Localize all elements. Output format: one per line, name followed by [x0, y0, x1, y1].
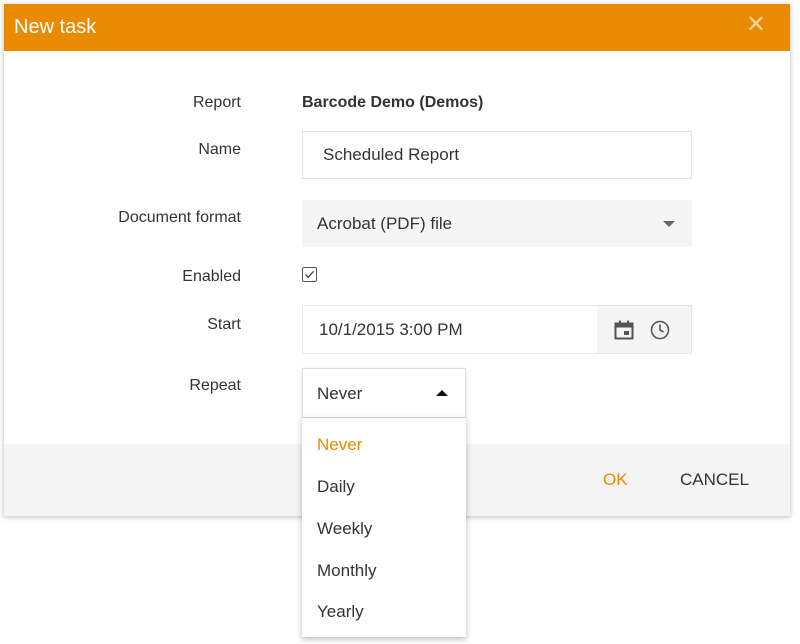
- repeat-option-monthly[interactable]: Monthly: [317, 561, 377, 581]
- calendar-icon[interactable]: [614, 320, 634, 340]
- repeat-select[interactable]: Never: [302, 368, 466, 418]
- start-label: Start: [207, 316, 241, 333]
- name-label: Name: [198, 141, 241, 158]
- document-format-select[interactable]: Acrobat (PDF) file: [302, 200, 692, 247]
- checkmark-icon: [305, 270, 314, 279]
- document-format-value: Acrobat (PDF) file: [317, 214, 453, 233]
- repeat-value: Never: [317, 384, 363, 403]
- repeat-option-weekly[interactable]: Weekly: [317, 519, 372, 539]
- dialog-titlebar: New task ✕: [4, 4, 790, 51]
- chevron-down-icon: [663, 221, 675, 227]
- enabled-checkbox[interactable]: [302, 267, 317, 282]
- cancel-button[interactable]: CANCEL: [680, 470, 749, 490]
- start-datetime-value: 10/1/2015 3:00 PM: [319, 320, 463, 339]
- repeat-option-yearly[interactable]: Yearly: [317, 602, 364, 622]
- enabled-label: Enabled: [182, 268, 241, 285]
- name-input[interactable]: [302, 131, 692, 179]
- start-picker-buttons: [597, 306, 691, 353]
- ok-button[interactable]: OK: [603, 470, 628, 490]
- dialog-title: New task: [14, 16, 97, 38]
- report-label: Report: [192, 94, 241, 111]
- document-format-label: Document format: [118, 209, 241, 226]
- repeat-option-daily[interactable]: Daily: [317, 477, 355, 497]
- repeat-option-never[interactable]: Never: [317, 435, 362, 455]
- repeat-label: Repeat: [189, 377, 241, 394]
- repeat-dropdown-list: Never Daily Weekly Monthly Yearly: [302, 418, 466, 637]
- clock-icon[interactable]: [650, 320, 670, 340]
- close-icon[interactable]: ✕: [746, 13, 766, 37]
- start-datetime-field[interactable]: 10/1/2015 3:00 PM: [302, 305, 692, 354]
- report-value: Barcode Demo (Demos): [302, 94, 484, 111]
- chevron-up-icon: [436, 390, 448, 396]
